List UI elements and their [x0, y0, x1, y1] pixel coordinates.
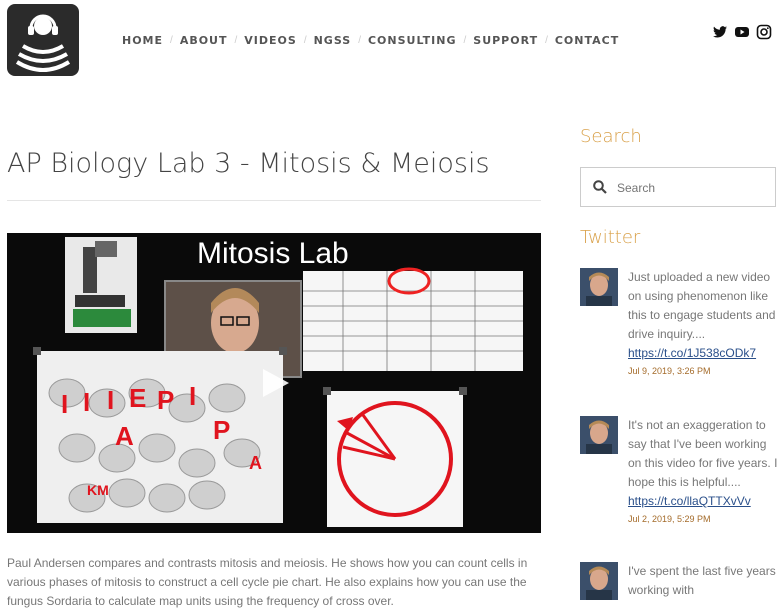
nav-separator: /: [234, 34, 238, 46]
avatar[interactable]: [580, 416, 618, 454]
nav-separator: /: [170, 34, 173, 46]
youtube-icon[interactable]: [734, 24, 750, 40]
annotation-letter: A: [115, 421, 134, 451]
nav-support[interactable]: SUPPORT: [473, 34, 538, 47]
video-description: Paul Andersen compares and contrasts mit…: [7, 556, 528, 608]
nav-home[interactable]: HOME: [122, 34, 163, 47]
annotation-letter: E: [129, 383, 146, 413]
nav-ngss[interactable]: NGSS: [314, 34, 352, 47]
nav-about[interactable]: ABOUT: [180, 34, 228, 47]
tweet-text: It's not an exaggeration to say that I'v…: [628, 418, 778, 489]
video-player[interactable]: Mitosis Lab I I I E P I A P A KM: [7, 233, 541, 533]
nav-separator: /: [303, 34, 307, 46]
nav-separator: /: [463, 34, 467, 46]
social-links: [712, 24, 772, 40]
tweet-body: It's not an exaggeration to say that I'v…: [628, 416, 778, 525]
annotation-letter: A: [249, 453, 262, 473]
divider: [7, 200, 541, 201]
tweet-date[interactable]: Jul 2, 2019, 5:29 PM: [628, 513, 778, 525]
tweet-date[interactable]: Jul 9, 2019, 3:26 PM: [628, 365, 778, 377]
instagram-icon[interactable]: [756, 24, 772, 40]
annotation-letter: KM: [87, 482, 109, 498]
page-title: AP Biology Lab 3 - Mitosis & Meiosis: [7, 148, 490, 180]
annotation-letter: I: [189, 381, 196, 411]
annotation-letter: I: [107, 385, 114, 415]
annotation-letter: P: [157, 385, 174, 415]
tweet-body: I've spent the last five years working w…: [628, 562, 778, 600]
video-heading: Mitosis Lab: [197, 237, 349, 270]
tweet-body: Just uploaded a new video on using pheno…: [628, 268, 778, 377]
nav-consulting[interactable]: CONSULTING: [368, 34, 457, 47]
nav-separator: /: [358, 34, 361, 46]
annotation-letter: I: [61, 389, 68, 419]
nav-videos[interactable]: VIDEOS: [244, 34, 297, 47]
nav-contact[interactable]: CONTACT: [555, 34, 619, 47]
tweet-text: Just uploaded a new video on using pheno…: [628, 270, 776, 341]
site-logo[interactable]: [7, 4, 79, 76]
tweet-text: I've spent the last five years working w…: [628, 564, 776, 597]
avatar[interactable]: [580, 562, 618, 600]
annotation-letter: P: [213, 415, 230, 445]
nav-separator: /: [545, 34, 548, 46]
tweet-link[interactable]: https://t.co/1J538cODk7: [628, 344, 778, 363]
search-input[interactable]: [615, 177, 769, 199]
search-icon: [593, 180, 607, 194]
twitter-heading: Twitter: [580, 227, 641, 248]
main-nav: HOME / ABOUT / VIDEOS / NGSS / CONSULTING / S…: [122, 33, 619, 47]
headphones-signal-icon: [15, 14, 71, 72]
twitter-icon[interactable]: [712, 24, 728, 40]
annotation-letter: I: [83, 387, 90, 417]
video-thumbnail: Mitosis Lab I I I E P I A P A KM: [7, 233, 541, 533]
tweet-link[interactable]: https://t.co/llaQTTXvVv: [628, 492, 778, 511]
search-box: [580, 167, 776, 207]
search-heading: Search: [580, 126, 642, 147]
avatar[interactable]: [580, 268, 618, 306]
